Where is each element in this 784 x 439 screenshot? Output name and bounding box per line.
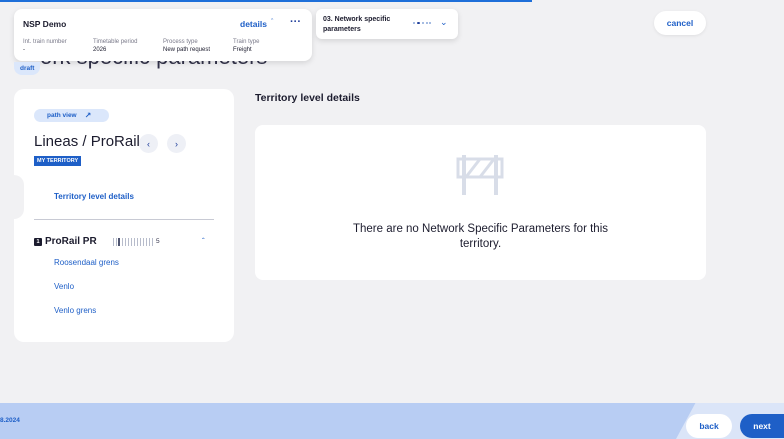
step-label: 03. Network specific parameters [323, 16, 391, 33]
roadblock-icon [456, 155, 504, 195]
meta-label: Process type [163, 39, 198, 45]
footer-date: 8.2024 [0, 417, 20, 424]
status-badge: draft [14, 62, 41, 75]
chevron-up-icon[interactable]: ˆ [202, 237, 205, 246]
chevron-left-icon[interactable]: ‹ [139, 134, 158, 153]
cancel-button[interactable]: cancel [654, 11, 706, 35]
list-item[interactable]: Roosendaal grens [54, 258, 119, 267]
meta-value: - [23, 47, 25, 53]
section-number: 1 [34, 238, 42, 246]
territory-details-link[interactable]: Territory level details [54, 192, 134, 201]
path-view-label: path view [47, 112, 77, 119]
path-view-button[interactable]: path view ↗ [34, 109, 109, 122]
step-selector[interactable]: 03. Network specific parameters ⌄ [316, 9, 458, 39]
panel-notch [14, 175, 24, 219]
meta-value: 2026 [93, 47, 107, 53]
next-button[interactable]: next [740, 414, 784, 438]
meta-timetable-period: Timetable period 2026 [93, 39, 137, 53]
path-title: NSP Demo [23, 19, 67, 29]
empty-state-message: There are no Network Specific Parameters… [352, 223, 609, 250]
barcode-icon [113, 238, 153, 246]
list-item[interactable]: Venlo [54, 282, 74, 291]
details-toggle[interactable]: details [240, 19, 267, 29]
meta-process-type: Process type New path request [163, 39, 210, 53]
section-count: 5 [156, 238, 160, 245]
meta-label: Train type [233, 39, 260, 45]
empty-state-card: There are no Network Specific Parameters… [255, 125, 706, 280]
meta-value: Freight [233, 47, 252, 53]
external-link-icon: ↗ [84, 111, 92, 120]
footer-bar [0, 403, 784, 439]
meta-train-type: Train type Freight [233, 39, 259, 53]
territory-title: Lineas / ProRail [34, 133, 140, 150]
step-progress-dots [413, 22, 431, 25]
chevron-down-icon[interactable]: ⌄ [440, 17, 448, 28]
caret-up-icon[interactable]: ˆ [271, 19, 273, 26]
meta-value: New path request [163, 47, 211, 53]
back-button[interactable]: back [686, 414, 732, 438]
section-title: ProRail PR [45, 236, 97, 247]
path-header-card: NSP Demo details ˆ ··· Int. train number… [14, 9, 312, 61]
list-item[interactable]: Venlo grens [54, 306, 96, 315]
top-progress-line [0, 0, 532, 2]
meta-label: Int. train number [23, 39, 67, 45]
chevron-right-icon[interactable]: › [167, 134, 186, 153]
territory-badge: MY TERRITORY [34, 156, 82, 166]
meta-int-train-number: Int. train number - [23, 39, 67, 53]
more-horizontal-icon[interactable]: ··· [290, 16, 301, 28]
meta-label: Timetable period [93, 39, 138, 45]
section-heading: Territory level details [255, 92, 360, 104]
territory-panel: path view ↗ Lineas / ProRail ‹ › MY TERR… [14, 89, 234, 342]
divider [34, 219, 214, 220]
